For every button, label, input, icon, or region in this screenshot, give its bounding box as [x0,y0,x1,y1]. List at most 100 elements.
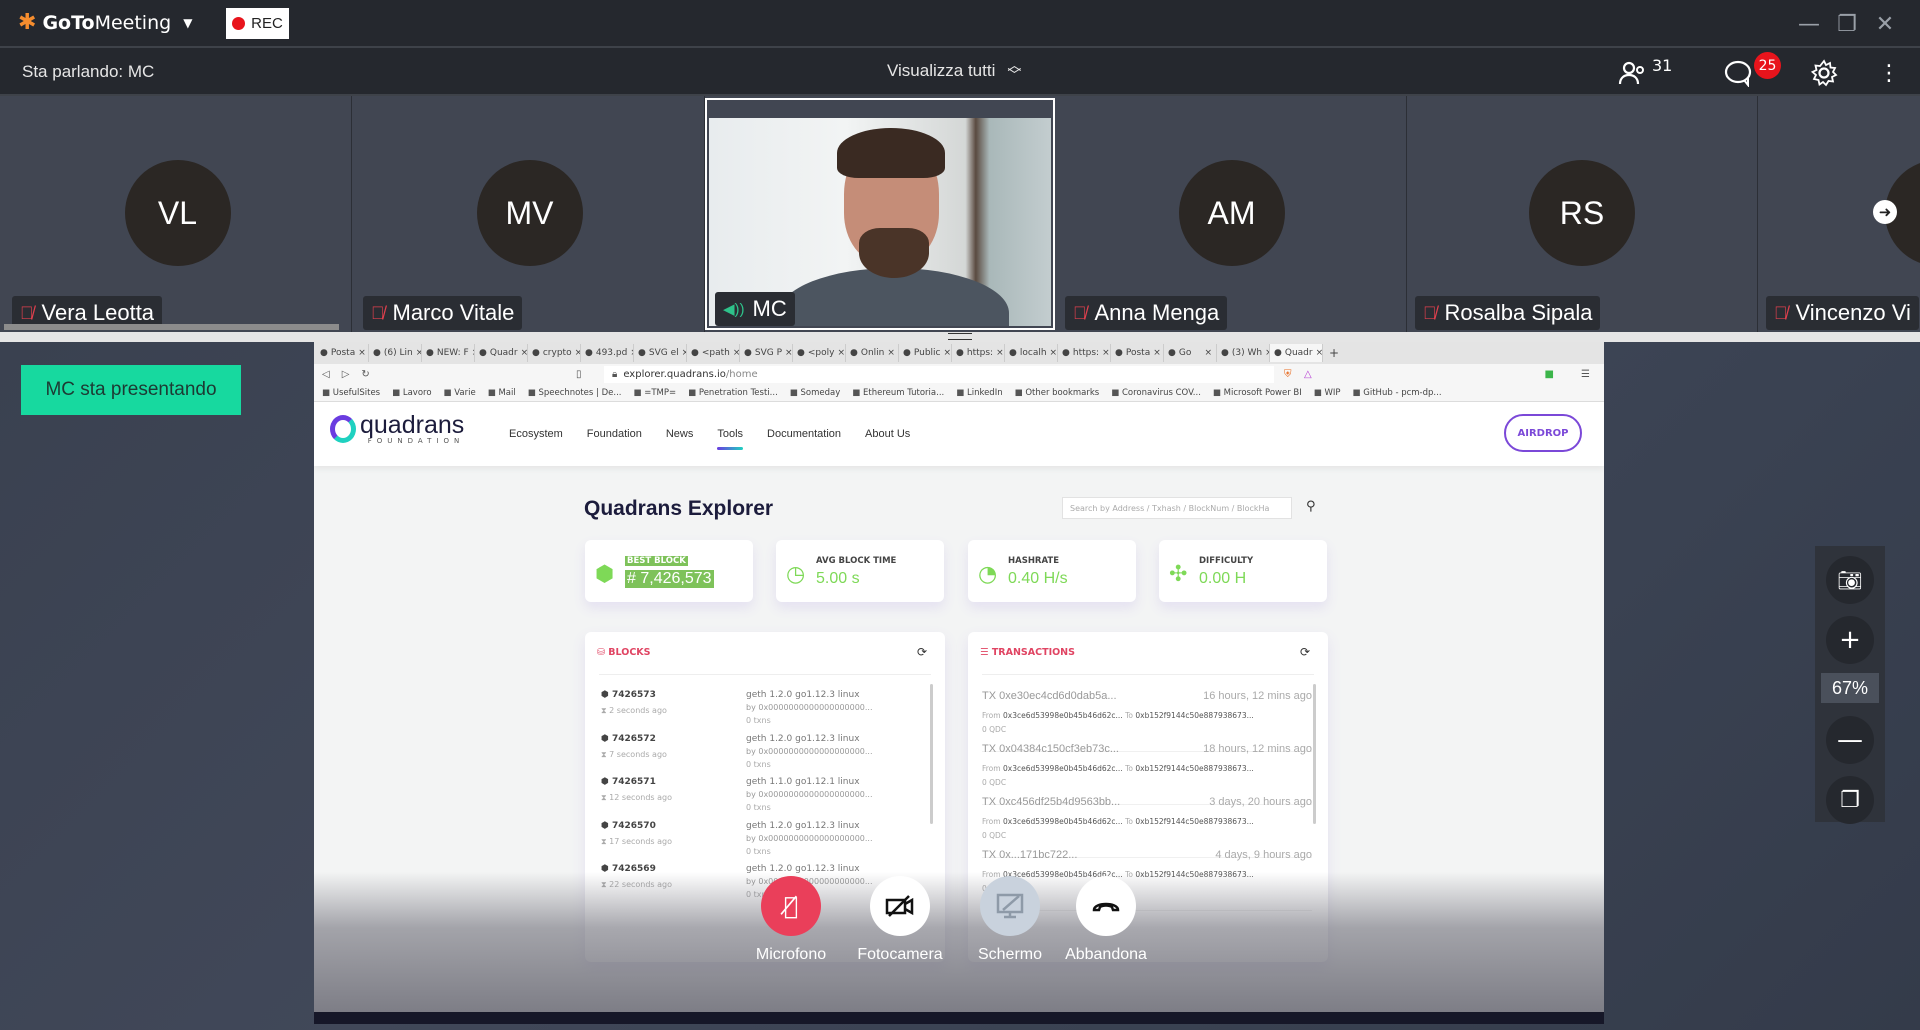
brave-rewards-icon[interactable]: △ [1304,369,1312,380]
reload-icon[interactable]: ↻ [361,369,369,380]
bookmark-item[interactable]: Speechnotes | De... [528,388,621,398]
browser-tab[interactable]: ●(6) Lin× [369,344,422,362]
close-button[interactable]: ✕ [1868,8,1902,40]
tx-hash[interactable]: TX 0x...171bc722... [982,849,1077,861]
site-nav-link[interactable]: Tools [717,428,743,450]
participant-tile[interactable]: VL 🎙̸ Vera Leotta [4,96,352,332]
bookmark-icon[interactable]: ▯ [576,369,582,380]
refresh-icon[interactable]: ⟳ [1300,645,1310,659]
browser-tab[interactable]: ● Onlin × [846,344,899,362]
bookmark-item[interactable]: Mail [488,388,515,398]
close-tab-icon[interactable]: × [1153,348,1161,358]
quadrans-logo[interactable]: quadrans FOUNDATION [330,413,464,445]
block-number[interactable]: ⬢ 7426573 [601,690,656,700]
screen-share-control[interactable]: Schermo [955,876,1065,964]
bookmark-item[interactable]: =TMP= [634,388,676,398]
close-tab-icon[interactable]: × [1050,348,1057,358]
close-tab-icon[interactable]: × [521,348,527,358]
participants-button[interactable]: 31 [1618,56,1672,88]
browser-tab[interactable]: ● <path × [687,344,740,362]
browser-tab[interactable]: ● Go × [1164,344,1217,362]
resize-grip-icon[interactable] [948,333,972,340]
more-options-button[interactable]: ⋮ [1878,58,1900,88]
view-mode-selector[interactable]: Visualizza tutti ︿ ﹀ [887,58,1021,82]
bookmark-item[interactable]: WIP [1314,388,1341,398]
recording-indicator[interactable]: REC [226,8,289,39]
browser-tab[interactable]: ● <poly × [793,344,846,362]
browser-tab[interactable]: ● Quadr × [475,344,528,362]
block-row[interactable]: ⬢ 7426573 ⧗ 2 seconds ago geth 1.2.0 go1.1… [601,690,921,740]
bookmark-item[interactable]: Ethereum Tutoria... [852,388,944,398]
participant-tile[interactable]: MV 🎙̸ Marco Vitale [355,96,705,332]
site-nav-link[interactable]: Documentation [767,428,841,440]
settings-button[interactable] [1810,58,1838,88]
browser-tab[interactable]: ●SVG el× [634,344,687,362]
back-icon[interactable]: ◁ [322,369,330,380]
browser-tab[interactable]: ● Public × [899,344,952,362]
minimize-button[interactable]: — [1792,8,1826,40]
popout-button[interactable]: ❐ [1826,776,1874,824]
search-icon[interactable]: ⚲ [1306,499,1316,514]
tx-from-address[interactable]: 0x3ce6d53998e0b45b46d62c... [1003,711,1123,720]
bookmark-item[interactable]: UsefulSites [322,388,380,398]
close-tab-icon[interactable]: × [785,348,792,358]
block-row[interactable]: ⬢ 7426570 ⧗ 17 seconds ago geth 1.2.0 go1.… [601,821,921,871]
chat-button[interactable] [1724,58,1754,88]
browser-tab[interactable]: ●493.pd× [581,344,634,362]
zoom-in-button[interactable]: + [1826,616,1874,664]
camera-control[interactable]: Fotocamera [845,876,955,964]
restore-button[interactable]: ❐ [1830,8,1864,40]
participant-tile-active-speaker[interactable]: ◀)) MC [705,98,1055,330]
airdrop-button[interactable]: AIRDROP [1504,414,1582,452]
tx-hash[interactable]: TX 0xe30ec4cd6d0dab5a... [982,690,1117,702]
site-nav-link[interactable]: News [666,428,694,440]
browser-tab[interactable]: ● https: × [1058,344,1111,362]
refresh-icon[interactable]: ⟳ [917,645,927,659]
tx-to-address[interactable]: 0xb152f9144c50e887938673... [1135,711,1253,720]
browser-tab[interactable]: ● localh × [1005,344,1058,362]
bookmark-item[interactable]: Lavoro [392,388,432,398]
brave-shield-icon[interactable]: ⛨ [1284,369,1292,380]
zoom-out-button[interactable]: — [1826,716,1874,764]
bookmark-item[interactable]: Coronavirus COV... [1111,388,1201,398]
transactions-scrollbar[interactable] [1313,684,1316,824]
bookmark-item[interactable]: Penetration Testi... [688,388,778,398]
browser-tab[interactable]: ● https: × [952,344,1005,362]
participant-tile[interactable]: RS 🎙̸ Rosalba Sipala [1407,96,1758,332]
tx-to-address[interactable]: 0xb152f9144c50e887938673... [1135,817,1253,826]
browser-tab[interactable]: ● Posta × [1111,344,1164,362]
tx-hash[interactable]: TX 0xc456df25b4d9563bb... [982,796,1120,808]
block-row[interactable]: ⬢ 7426572 ⧗ 7 seconds ago geth 1.2.0 go1.1… [601,734,921,784]
bookmark-item[interactable]: LinkedIn [956,388,1003,398]
site-nav-link[interactable]: Foundation [587,428,642,440]
app-menu[interactable]: ✱ GoToMeeting ▼ [18,12,192,35]
browser-menu-icon[interactable]: ☰ [1581,369,1590,380]
forward-icon[interactable]: ▷ [342,369,350,380]
leave-meeting-control[interactable]: Abbandona [1051,876,1161,964]
block-miner[interactable]: by 0x0000000000000000000... [746,834,873,843]
browser-tab[interactable]: ● Posta × [316,344,369,362]
url-field[interactable]: 🔒︎ explorer.quadrans.io/home [604,365,1274,383]
extension-icon[interactable]: ■ [1545,369,1554,380]
block-number[interactable]: ⬢ 7426572 [601,734,656,744]
block-row[interactable]: ⬢ 7426571 ⧗ 12 seconds ago geth 1.1.0 go1.… [601,777,921,827]
site-nav-link[interactable]: About Us [865,428,910,440]
snapshot-button[interactable]: 📷︎ [1826,556,1874,604]
strip-scrollbar[interactable] [4,324,339,330]
new-tab-button[interactable]: + [1329,346,1339,360]
bookmark-item[interactable]: GitHub - pcm-dp... [1353,388,1441,398]
bookmark-item[interactable]: Other bookmarks [1015,388,1099,398]
close-tab-icon[interactable]: × [837,348,845,358]
browser-tab[interactable]: ● Quadr × [1270,344,1323,362]
browser-tab[interactable]: ●NEW: F× [422,344,475,362]
close-tab-icon[interactable]: × [1316,348,1322,358]
block-number[interactable]: ⬢ 7426571 [601,777,656,787]
bookmark-item[interactable]: Someday [790,388,841,398]
bookmark-item[interactable]: Varie [444,388,475,398]
next-participants-button[interactable]: ➜ [1873,200,1897,224]
close-tab-icon[interactable]: × [1204,348,1212,358]
bookmark-item[interactable]: Microsoft Power BI [1213,388,1302,398]
block-number[interactable]: ⬢ 7426570 [601,821,656,831]
tx-hash[interactable]: TX 0x04384c150cf3eb73c... [982,743,1119,755]
blocks-scrollbar[interactable] [930,684,933,824]
